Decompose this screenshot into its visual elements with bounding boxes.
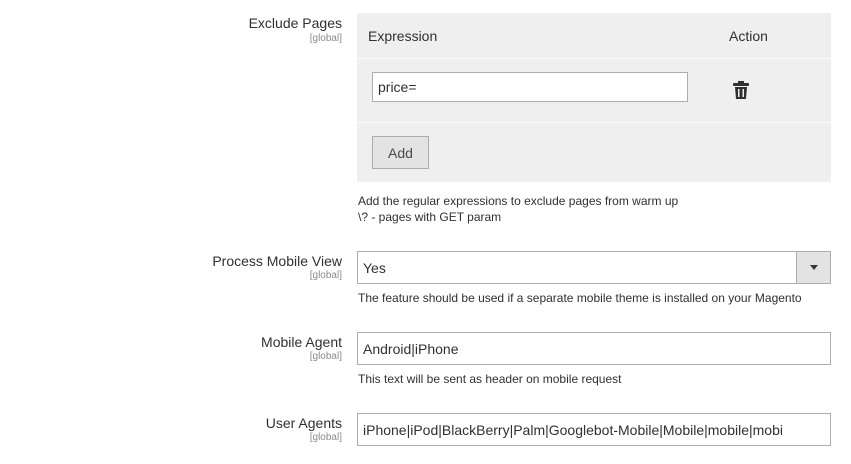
add-button[interactable]: Add (372, 136, 429, 169)
column-header-action: Action (729, 28, 768, 44)
exclude-pages-table: Expression Action Add (357, 13, 831, 182)
column-header-expression: Expression (368, 28, 438, 44)
user-agents-value: iPhone|iPod|BlackBerry|Palm|Googlebot-Mo… (363, 422, 783, 438)
mobile-agent-scope: [global] (309, 351, 342, 362)
exclude-pages-note-line2: \? - pages with GET param (358, 210, 502, 224)
mobile-agent-input[interactable]: Android|iPhone (357, 332, 831, 365)
mobile-agent-value: Android|iPhone (363, 341, 459, 357)
process-mobile-view-label: Process Mobile View (212, 253, 342, 269)
chevron-down-icon[interactable] (796, 252, 830, 283)
exclude-pages-note-line1: Add the regular expressions to exclude p… (358, 194, 679, 208)
exclude-pages-label: Exclude Pages (248, 15, 342, 31)
trash-icon[interactable] (733, 80, 749, 100)
process-mobile-view-scope: [global] (309, 270, 342, 281)
exclude-pages-note: Add the regular expressions to exclude p… (358, 193, 678, 225)
mobile-agent-label: Mobile Agent (261, 334, 342, 350)
process-mobile-view-note: The feature should be used if a separate… (358, 291, 802, 305)
exclude-pages-scope: [global] (309, 33, 342, 44)
expression-input[interactable] (372, 72, 688, 102)
mobile-agent-note: This text will be sent as header on mobi… (358, 372, 622, 386)
user-agents-label: User Agents (265, 415, 342, 431)
select-value: Yes (363, 260, 386, 276)
process-mobile-view-select[interactable]: Yes (357, 251, 831, 284)
table-header: Expression Action (357, 13, 831, 57)
table-row (357, 58, 831, 123)
user-agents-scope: [global] (309, 432, 342, 443)
user-agents-input[interactable]: iPhone|iPod|BlackBerry|Palm|Googlebot-Mo… (357, 413, 831, 446)
